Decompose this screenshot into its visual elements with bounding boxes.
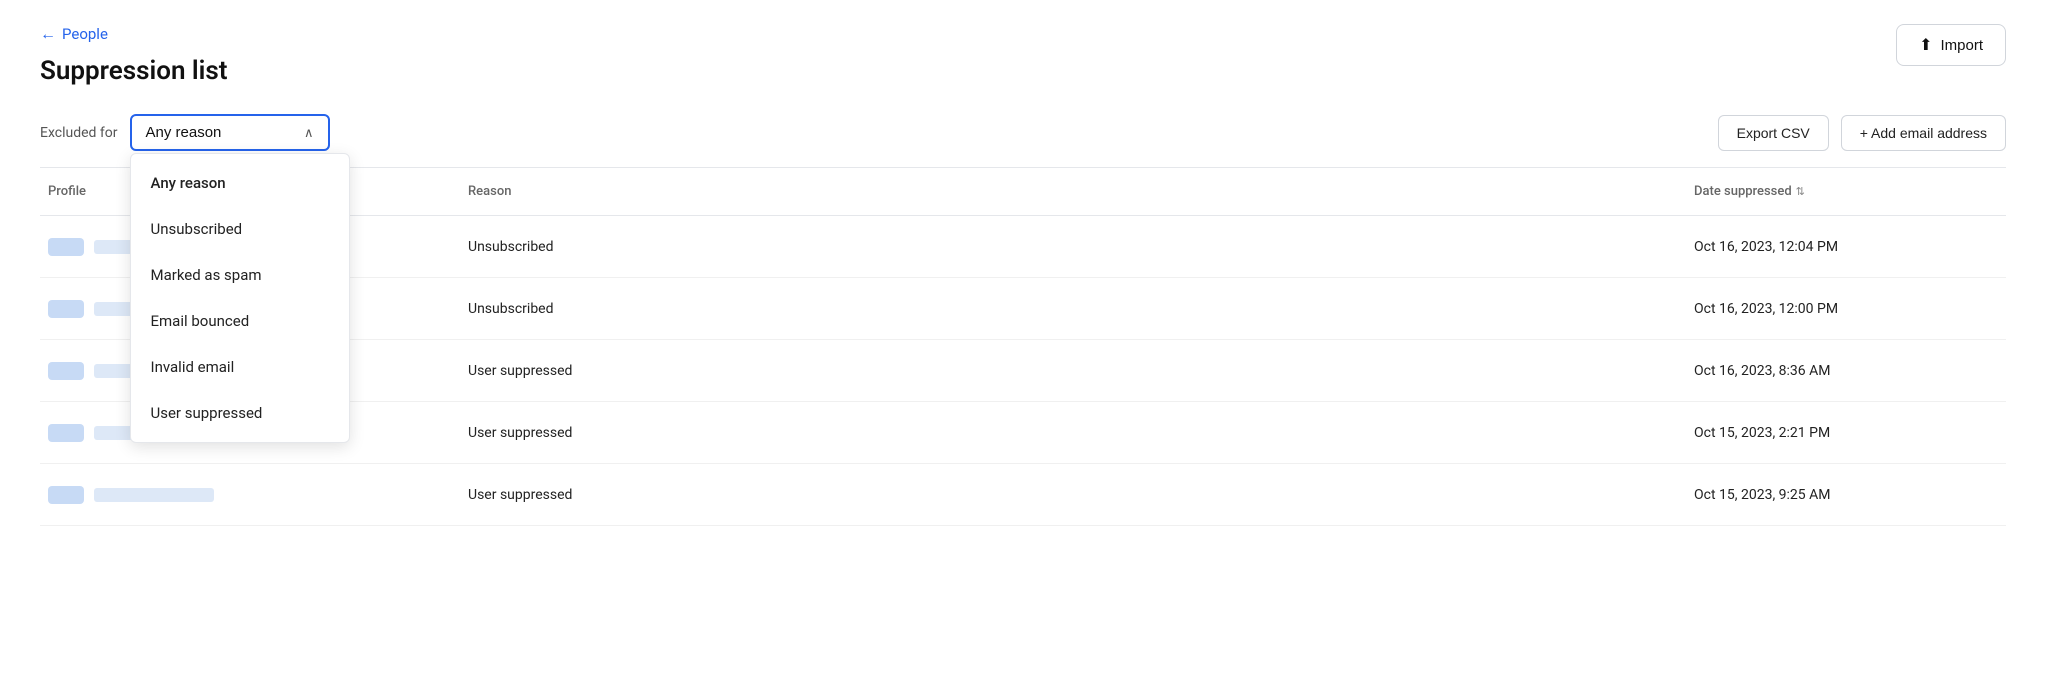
reason-cell-5: User suppressed xyxy=(460,473,1686,517)
page-title: Suppression list xyxy=(40,56,2006,86)
dropdown-option-invalid[interactable]: Invalid email xyxy=(131,344,349,390)
import-button[interactable]: ⬆ Import xyxy=(1896,24,2006,66)
dropdown-selected-value: Any reason xyxy=(146,124,222,141)
date-suppressed-label: Date suppressed xyxy=(1694,184,1792,199)
avatar-3 xyxy=(48,362,84,380)
dropdown-option-unsubscribed[interactable]: Unsubscribed xyxy=(131,206,349,252)
toolbar: Excluded for Any reason ∧ Any reason Uns… xyxy=(40,114,2006,168)
avatar-5 xyxy=(48,486,84,504)
reason-dropdown-menu: Any reason Unsubscribed Marked as spam E… xyxy=(130,153,350,443)
chevron-up-icon: ∧ xyxy=(304,125,314,141)
toolbar-left: Excluded for Any reason ∧ Any reason Uns… xyxy=(40,114,330,151)
reason-cell-4: User suppressed xyxy=(460,411,1686,455)
back-link-label: People xyxy=(62,25,108,43)
toolbar-right: Export CSV + Add email address xyxy=(1718,115,2006,151)
reason-cell-2: Unsubscribed xyxy=(460,287,1686,331)
excluded-for-label: Excluded for xyxy=(40,125,118,141)
dropdown-option-any[interactable]: Any reason xyxy=(131,160,349,206)
reason-cell-3: User suppressed xyxy=(460,349,1686,393)
export-csv-button[interactable]: Export CSV xyxy=(1718,115,1829,151)
avatar-4 xyxy=(48,424,84,442)
dropdown-option-spam[interactable]: Marked as spam xyxy=(131,252,349,298)
back-arrow-icon: ← xyxy=(40,24,56,44)
column-header-reason: Reason xyxy=(460,178,1686,205)
name-placeholder-5 xyxy=(94,488,214,502)
avatar-2 xyxy=(48,300,84,318)
date-cell-4: Oct 15, 2023, 2:21 PM xyxy=(1686,411,2006,455)
profile-cell-5 xyxy=(40,472,460,518)
add-email-button[interactable]: + Add email address xyxy=(1841,115,2006,151)
dropdown-option-suppressed[interactable]: User suppressed xyxy=(131,390,349,436)
column-header-date: Date suppressed ⇅ xyxy=(1686,178,2006,205)
date-cell-2: Oct 16, 2023, 12:00 PM xyxy=(1686,287,2006,331)
reason-dropdown-wrapper: Any reason ∧ Any reason Unsubscribed Mar… xyxy=(130,114,330,151)
import-icon: ⬆ xyxy=(1919,35,1932,55)
date-cell-3: Oct 16, 2023, 8:36 AM xyxy=(1686,349,2006,393)
back-link[interactable]: ← People xyxy=(40,24,108,44)
date-cell-5: Oct 15, 2023, 9:25 AM xyxy=(1686,473,2006,517)
date-cell-1: Oct 16, 2023, 12:04 PM xyxy=(1686,225,2006,269)
sort-icon[interactable]: ⇅ xyxy=(1796,185,1805,198)
reason-cell-1: Unsubscribed xyxy=(460,225,1686,269)
import-label: Import xyxy=(1940,37,1983,54)
dropdown-option-bounced[interactable]: Email bounced xyxy=(131,298,349,344)
table-row: User suppressed Oct 15, 2023, 9:25 AM xyxy=(40,464,2006,526)
avatar-1 xyxy=(48,238,84,256)
page: ⬆ Import ← People Suppression list Exclu… xyxy=(0,0,2046,700)
reason-dropdown[interactable]: Any reason ∧ xyxy=(130,114,330,151)
